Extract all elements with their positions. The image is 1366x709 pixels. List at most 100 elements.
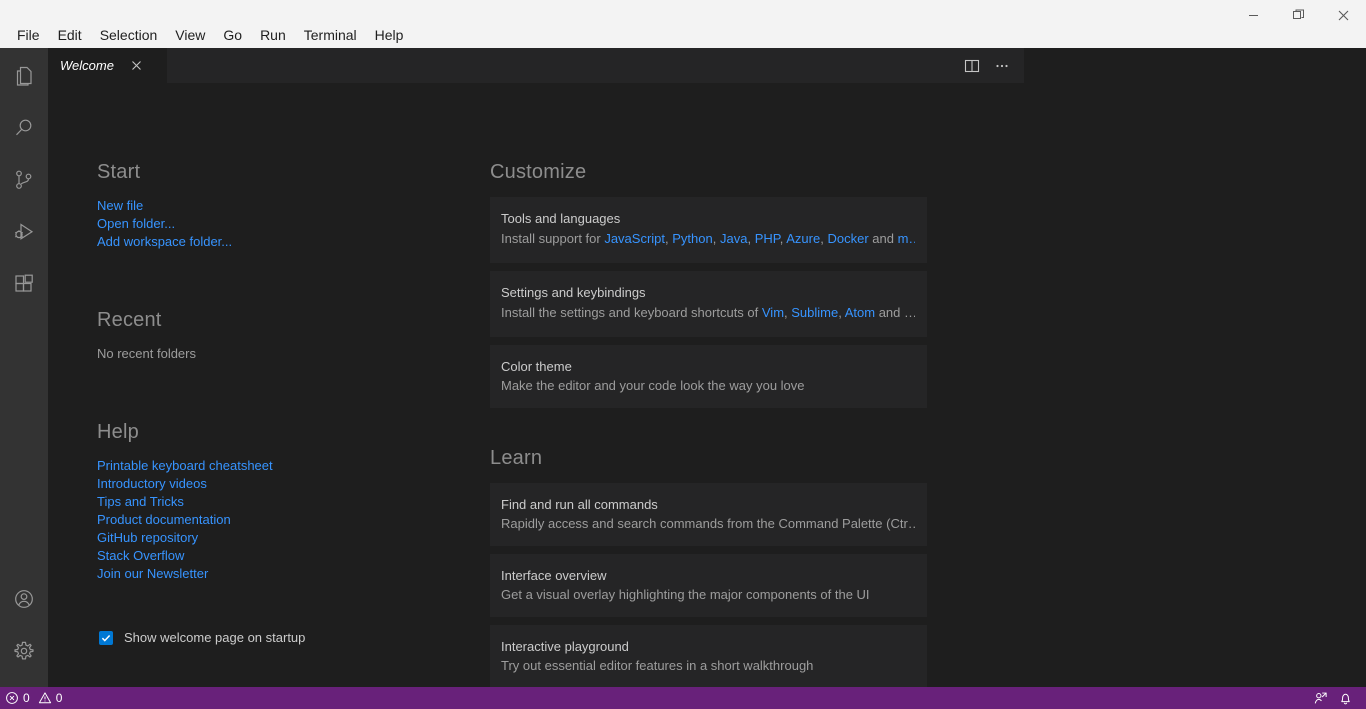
tab-welcome[interactable]: Welcome (48, 48, 168, 83)
link-azure[interactable]: Azure (786, 231, 820, 246)
help-link-introductory-videos[interactable]: Introductory videos (97, 475, 207, 493)
recent-title: Recent (97, 309, 162, 331)
card-title: Interface overview (501, 568, 607, 583)
status-bar-right (1308, 687, 1366, 709)
help-link-join-our-newsletter[interactable]: Join our Newsletter (97, 565, 208, 583)
help-link-printable-keyboard-cheatsheet[interactable]: Printable keyboard cheatsheet (97, 457, 273, 475)
activity-bar-top-group (0, 48, 48, 310)
link-javascript[interactable]: JavaScript (604, 231, 665, 246)
desc-prefix: Install support for (501, 231, 605, 246)
desc-suffix: … (904, 305, 915, 320)
status-notifications[interactable] (1333, 687, 1358, 709)
minimize-button[interactable] (1231, 0, 1276, 30)
close-icon (1338, 10, 1349, 20)
help-link-stack-overflow[interactable]: Stack Overflow (97, 547, 184, 565)
tab-close-button[interactable] (128, 57, 146, 75)
editor-actions (958, 48, 1024, 83)
card-description: Install support for JavaScript, Python, … (501, 230, 915, 248)
show-welcome-on-startup-checkbox[interactable] (99, 630, 113, 645)
status-feedback[interactable] (1308, 687, 1333, 709)
workbench-body: Welcome Start New file Open folder... Ad… (0, 48, 1366, 687)
menu-edit[interactable]: Edit (49, 22, 91, 48)
card-title: Settings and keybindings (501, 285, 646, 300)
restore-button[interactable] (1276, 0, 1321, 30)
card-tools-and-languages[interactable]: Tools and languages Install support for … (490, 197, 927, 263)
card-color-theme[interactable]: Color theme Make the editor and your cod… (490, 345, 927, 408)
link-vim[interactable]: Vim (762, 305, 784, 320)
menu-go[interactable]: Go (214, 22, 251, 48)
card-description: Install the settings and keyboard shortc… (501, 304, 915, 322)
menu-help[interactable]: Help (366, 22, 413, 48)
activity-item-manage-settings[interactable] (0, 625, 48, 677)
card-settings-and-keybindings[interactable]: Settings and keybindings Install the set… (490, 271, 927, 337)
activity-item-search[interactable] (0, 102, 48, 154)
show-welcome-on-startup-label: Show welcome page on startup (124, 630, 306, 645)
window-controls (1231, 0, 1366, 30)
activity-item-explorer[interactable] (0, 50, 48, 102)
help-link-product-documentation[interactable]: Product documentation (97, 511, 231, 529)
desc-middle: and (868, 231, 898, 246)
menu-view[interactable]: View (166, 22, 214, 48)
more-actions-button[interactable] (988, 52, 1016, 80)
link-sublime[interactable]: Sublime (791, 305, 838, 320)
close-icon (132, 61, 142, 70)
restore-icon (1292, 9, 1304, 19)
help-link-github-repository[interactable]: GitHub repository (97, 529, 198, 547)
card-interface-overview[interactable]: Interface overview Get a visual overlay … (490, 554, 927, 617)
card-find-and-run-all-commands[interactable]: Find and run all commands Rapidly access… (490, 483, 927, 546)
run-debug-icon (15, 223, 34, 240)
menu-file[interactable]: File (8, 22, 49, 48)
card-title: Interactive playground (501, 639, 629, 654)
link-php[interactable]: PHP (755, 231, 780, 246)
start-section: Start New file Open folder... Add worksp… (97, 161, 489, 251)
help-section: Help Printable keyboard cheatsheet Intro… (97, 421, 489, 583)
recent-empty-text: No recent folders (97, 346, 196, 361)
link-docker[interactable]: Docker (827, 231, 868, 246)
card-description: Try out essential editor features in a s… (501, 658, 814, 673)
error-count: 0 (23, 691, 30, 705)
link-atom[interactable]: Atom (845, 305, 875, 320)
card-interactive-playground[interactable]: Interactive playground Try out essential… (490, 625, 927, 687)
help-link-tips-and-tricks[interactable]: Tips and Tricks (97, 493, 184, 511)
learn-title: Learn (490, 447, 543, 469)
recent-section: Recent No recent folders (97, 309, 489, 363)
tab-label: Welcome (60, 58, 114, 73)
show-welcome-on-startup-row[interactable]: Show welcome page on startup (97, 630, 489, 645)
source-control-icon (16, 170, 32, 189)
menu-selection[interactable]: Selection (91, 22, 167, 48)
extensions-icon (15, 274, 33, 292)
minimize-icon (1249, 14, 1258, 16)
activity-item-source-control[interactable] (0, 154, 48, 206)
help-title: Help (97, 421, 139, 443)
activity-item-accounts[interactable] (0, 573, 48, 625)
menu-run[interactable]: Run (251, 22, 295, 48)
welcome-left-column: Start New file Open folder... Add worksp… (48, 161, 489, 687)
menu-terminal[interactable]: Terminal (295, 22, 366, 48)
search-icon (16, 119, 32, 136)
welcome-right-column: Customize Tools and languages Install su… (489, 161, 1366, 687)
card-title: Color theme (501, 359, 572, 374)
card-description: Get a visual overlay highlighting the ma… (501, 587, 870, 602)
start-link-new-file[interactable]: New file (97, 197, 143, 215)
link-more[interactable]: m… (898, 231, 915, 246)
desc-middle: and (875, 305, 905, 320)
split-editor-button[interactable] (958, 52, 986, 80)
status-problems[interactable]: 0 0 (0, 687, 67, 709)
start-link-add-workspace-folder[interactable]: Add workspace folder... (97, 233, 232, 251)
status-bar-left: 0 0 (0, 687, 67, 709)
editor-tab-bar: Welcome (48, 48, 1024, 83)
error-icon (6, 692, 18, 704)
start-title: Start (97, 161, 141, 183)
link-java[interactable]: Java (720, 231, 747, 246)
activity-item-run-and-debug[interactable] (0, 206, 48, 258)
card-description: Rapidly access and search commands from … (501, 516, 915, 531)
welcome-columns: Start New file Open folder... Add worksp… (48, 83, 1366, 687)
customize-section: Customize Tools and languages Install su… (490, 161, 1366, 408)
link-python[interactable]: Python (672, 231, 712, 246)
activity-item-extensions[interactable] (0, 258, 48, 310)
customize-title: Customize (490, 161, 587, 183)
start-link-open-folder[interactable]: Open folder... (97, 215, 175, 233)
close-button[interactable] (1321, 0, 1366, 30)
